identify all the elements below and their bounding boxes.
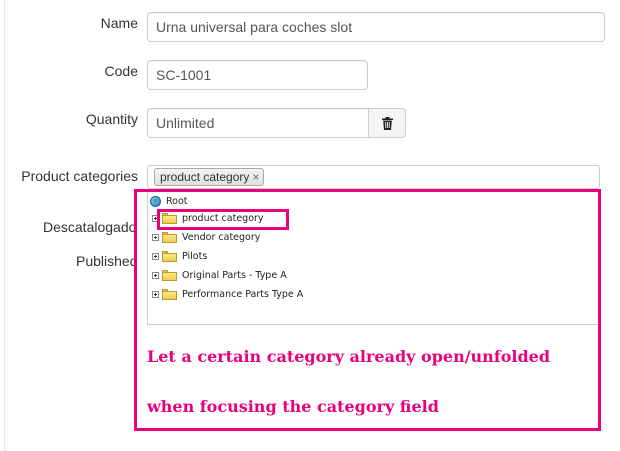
category-select-field[interactable]: product category × [147,165,600,189]
chip-remove-icon[interactable]: × [252,170,259,184]
quantity-group: Unlimited [147,108,406,138]
published-label: Published [76,253,138,269]
clear-quantity-button[interactable] [368,108,406,138]
trash-icon [381,116,393,130]
chip-label: product category [160,170,250,184]
selected-category-chip: product category × [154,168,265,186]
highlight-box-dropdown [134,189,601,431]
annotation-line-1: Let a certain category already open/unfo… [147,347,550,366]
descatalogado-label: Descatalogado [43,219,137,235]
label-clip: Descatalogado Published [0,0,147,451]
quantity-input[interactable]: Unlimited [147,108,368,138]
annotation-line-2: when focusing the category field [147,397,439,416]
code-input[interactable]: SC-1001 [147,60,368,90]
name-input[interactable]: Urna universal para coches slot [147,12,605,42]
